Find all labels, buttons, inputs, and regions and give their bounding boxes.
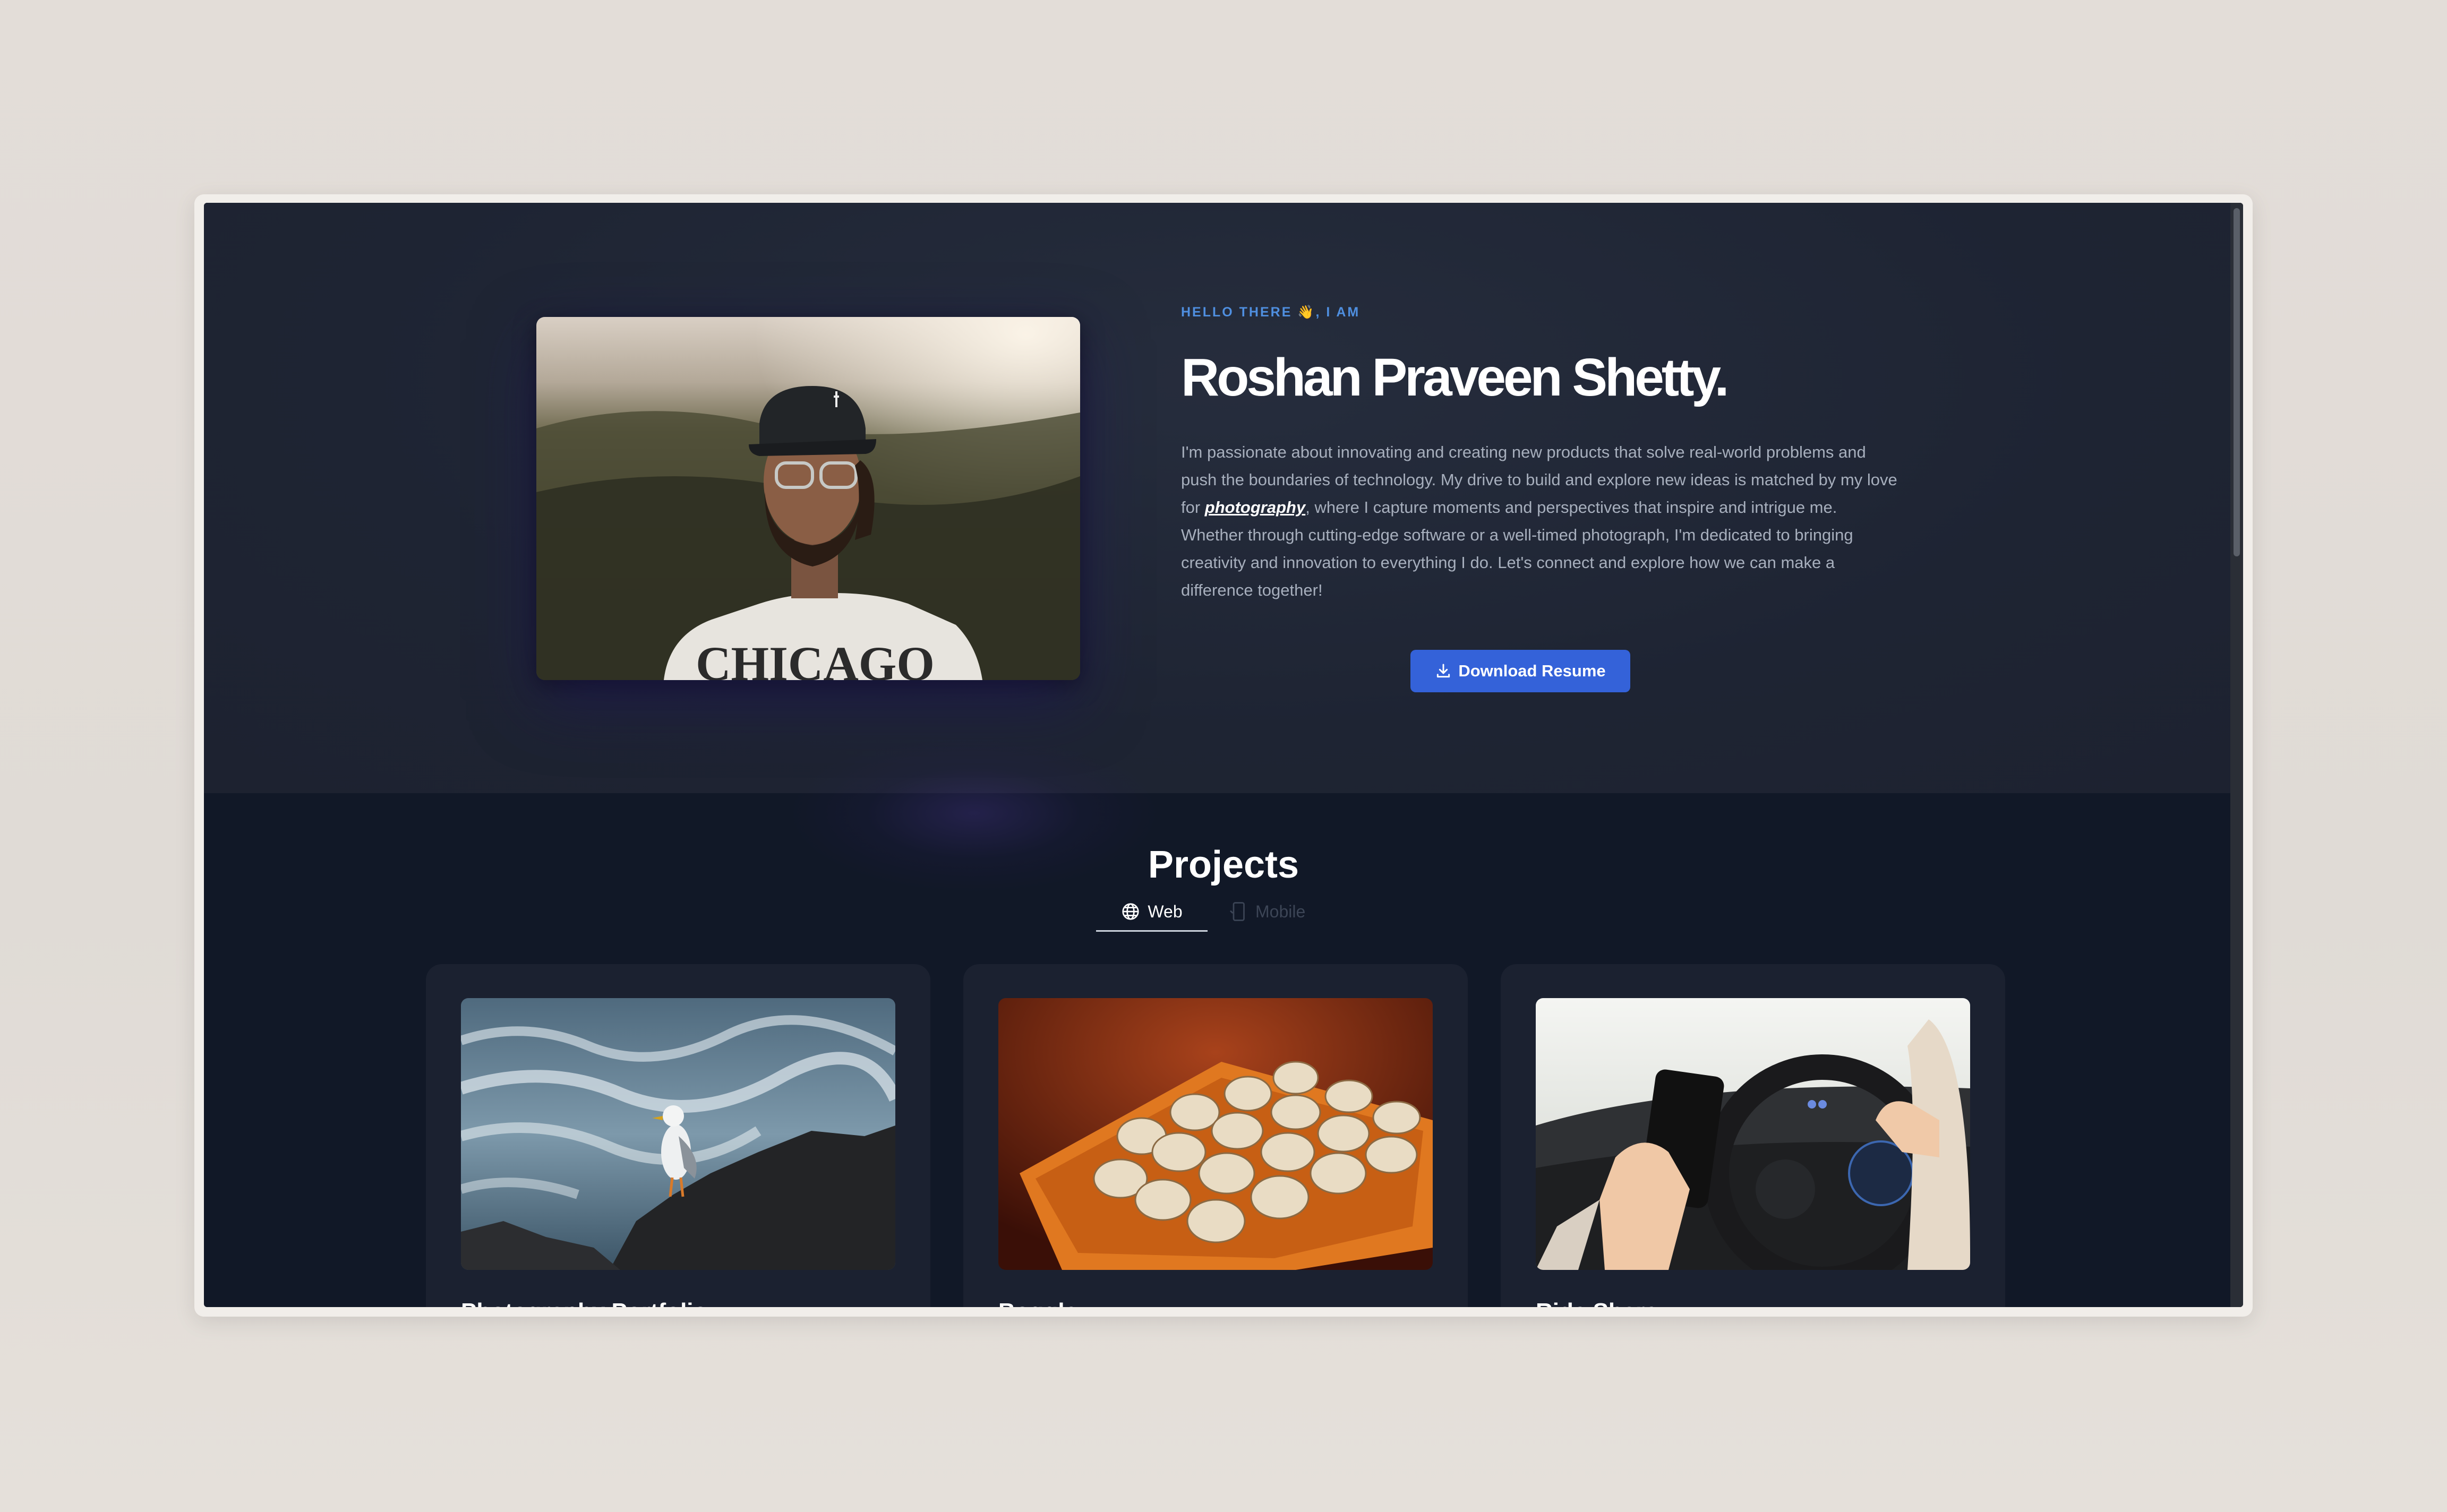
- project-image-rideshare: [1536, 998, 1970, 1270]
- scrollbar-thumb[interactable]: [2234, 208, 2240, 556]
- project-title: Ride Share: [1536, 1299, 1658, 1307]
- hero-section: CHICAGO HELLO THERE 👋, I AM Roshan Prave…: [204, 203, 2243, 893]
- mobile-icon: [1229, 901, 1248, 922]
- project-title: Boggle: [998, 1299, 1077, 1307]
- bio-paragraph: I'm passionate about innovating and crea…: [1181, 439, 1898, 604]
- tab-web-label: Web: [1148, 901, 1183, 921]
- photography-link[interactable]: photography: [1205, 498, 1305, 517]
- greeting-eyebrow: HELLO THERE 👋, I AM: [1181, 305, 1361, 320]
- browser-viewport: CHICAGO HELLO THERE 👋, I AM Roshan Prave…: [204, 203, 2243, 1307]
- tab-web[interactable]: Web: [1096, 893, 1208, 932]
- shirt-text: CHICAGO: [696, 637, 935, 680]
- project-card[interactable]: Photography Portfolio: [426, 964, 930, 1307]
- download-resume-label: Download Resume: [1458, 662, 1606, 680]
- profile-photo: CHICAGO: [536, 317, 1080, 680]
- person-name: Roshan Praveen Shetty.: [1181, 348, 1729, 407]
- project-image-seagull: [461, 998, 895, 1270]
- projects-heading: Projects: [1148, 844, 1299, 886]
- project-card[interactable]: Boggle: [963, 964, 1468, 1307]
- tab-mobile[interactable]: Mobile: [1229, 893, 1319, 930]
- project-card[interactable]: Ride Share: [1501, 964, 2005, 1307]
- download-icon: [1435, 663, 1452, 680]
- tab-mobile-label: Mobile: [1255, 901, 1306, 921]
- project-title: Photography Portfolio: [461, 1299, 707, 1307]
- globe-icon: [1121, 902, 1140, 921]
- download-resume-button[interactable]: Download Resume: [1410, 650, 1630, 692]
- project-image-boggle: [998, 998, 1433, 1270]
